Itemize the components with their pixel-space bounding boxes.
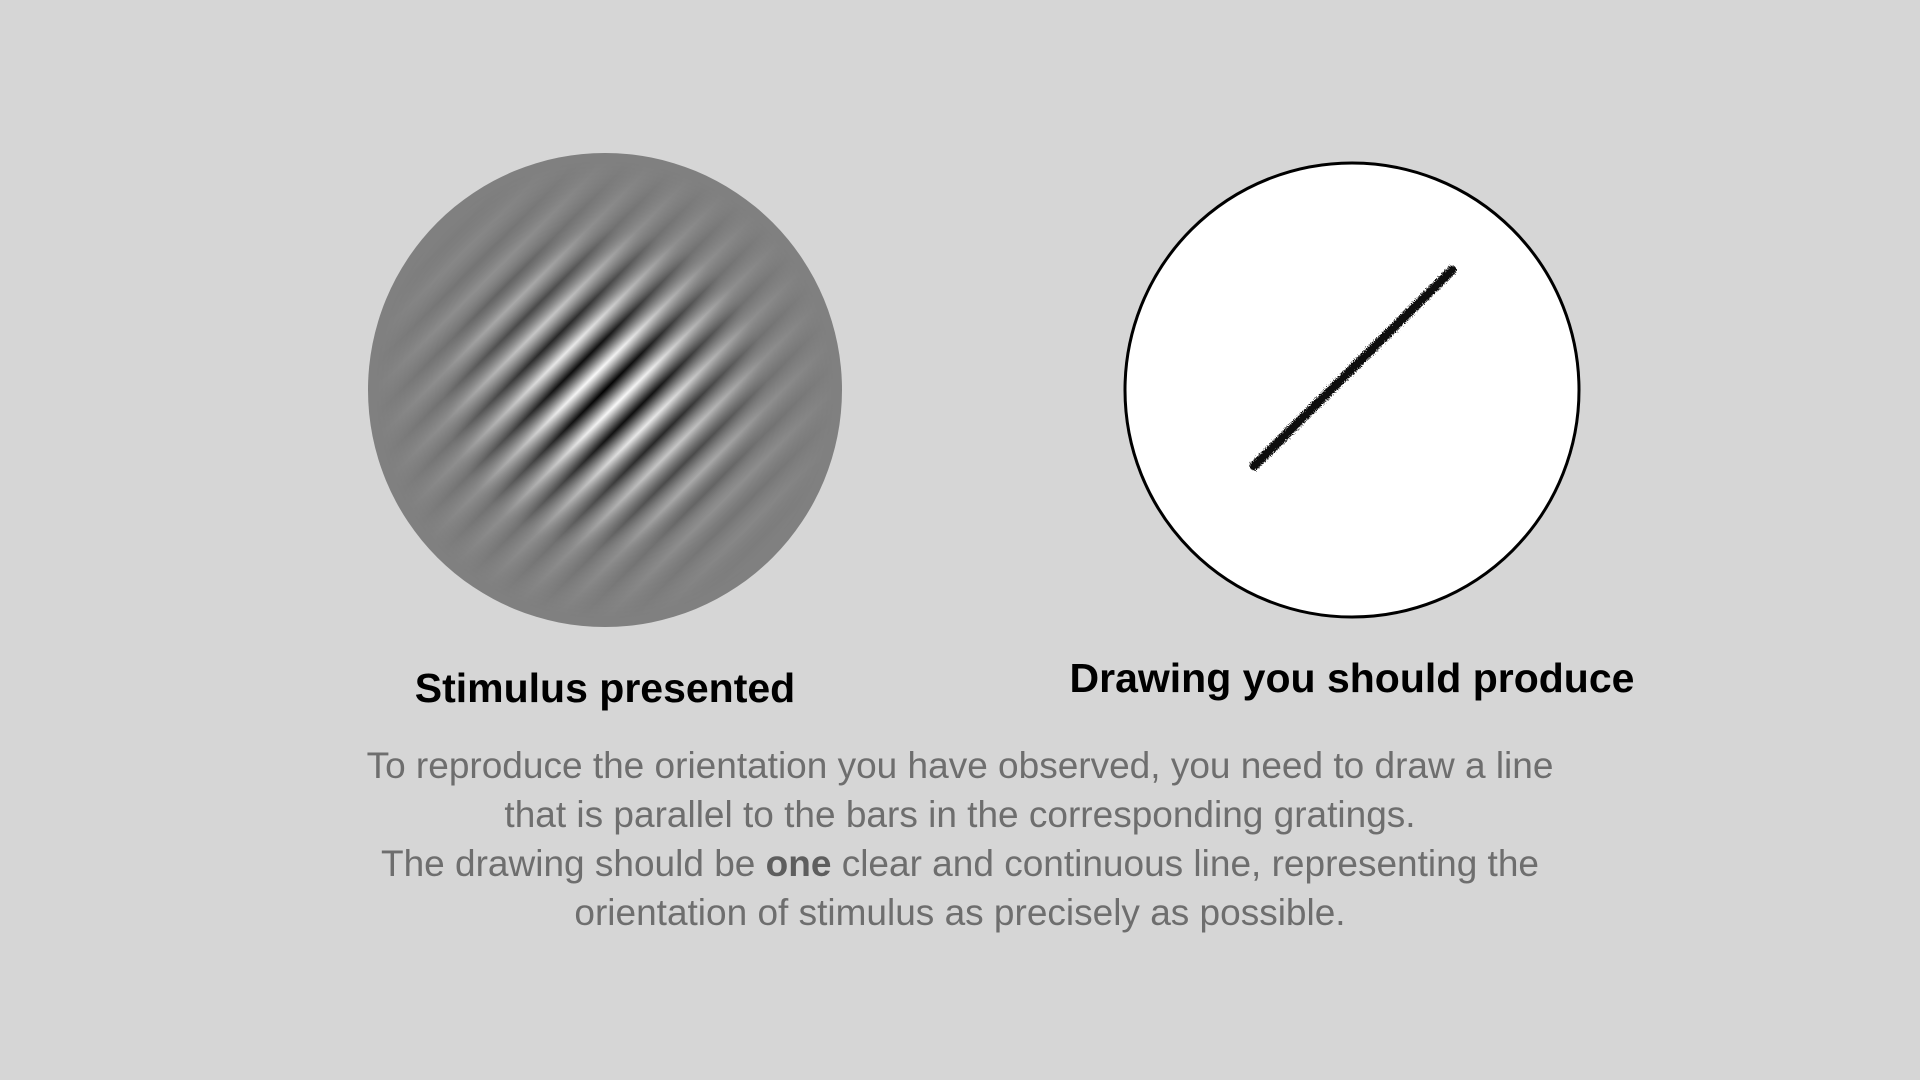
instructions-line-2: that is parallel to the bars in the corr… (504, 794, 1416, 835)
instructions-line-4: orientation of stimulus as precisely as … (574, 892, 1346, 933)
stimulus-caption: Stimulus presented (414, 665, 796, 711)
instructions-line-3-start: The drawing should be (381, 843, 766, 884)
instructions-emphasis: one (765, 843, 832, 884)
instruction-screen: Stimulus presented Drawing you should pr… (0, 0, 1920, 1080)
instructions-line-3-end: clear and continuous line, representing … (831, 843, 1539, 884)
instructions-line-1: To reproduce the orientation you have ob… (366, 745, 1554, 786)
drawing-area-circle (1123, 161, 1581, 619)
drawing-example (1123, 161, 1581, 619)
instructions-line-3: The drawing should be one clear and cont… (160, 839, 1760, 888)
drawing-caption: Drawing you should produce (1069, 655, 1635, 701)
instructions-text: To reproduce the orientation you have ob… (160, 741, 1760, 937)
